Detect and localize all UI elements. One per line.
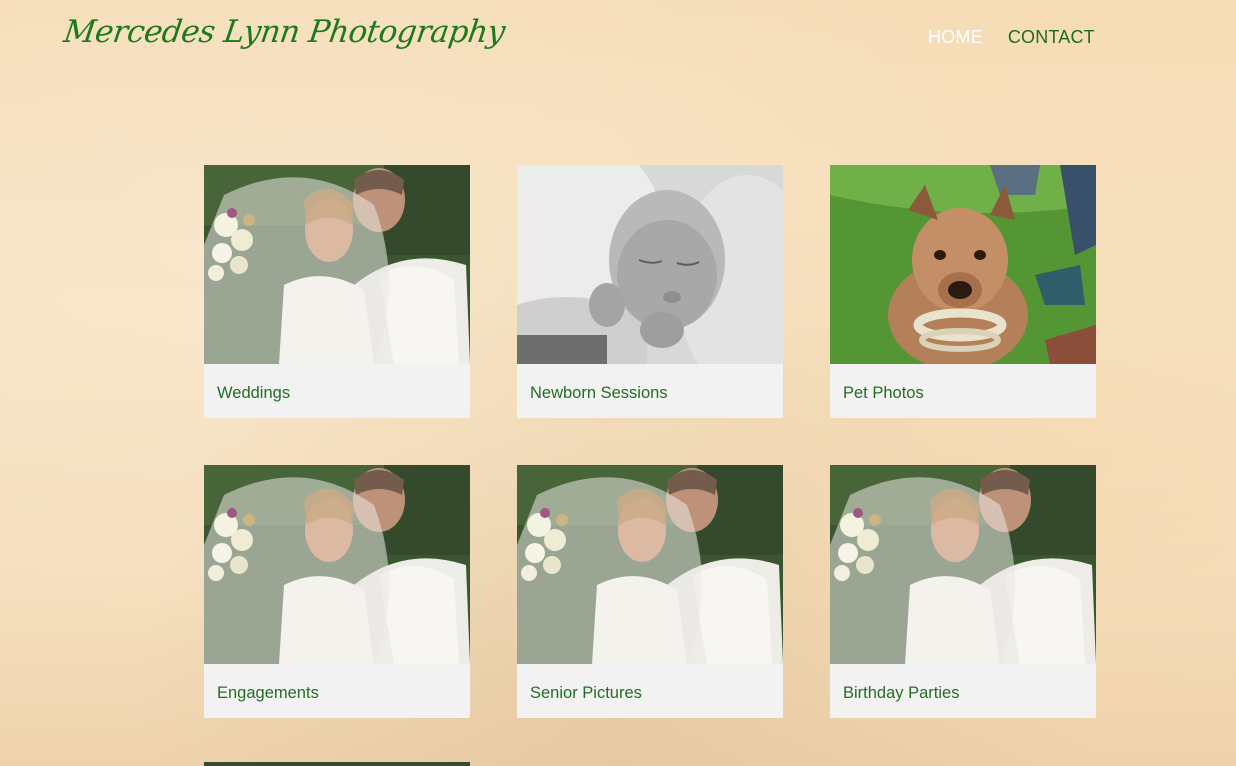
gallery-card-label[interactable]: Birthday Parties [843, 684, 959, 703]
newborn-photo[interactable] [517, 165, 783, 364]
wedding-photo[interactable] [204, 465, 470, 664]
gallery-card-engagements[interactable]: Engagements [204, 465, 470, 718]
wedding-photo[interactable] [830, 465, 1096, 664]
wedding-photo[interactable] [517, 465, 783, 664]
gallery-card-label[interactable]: Weddings [217, 384, 290, 403]
nav-contact-link[interactable]: CONTACT [1008, 27, 1095, 48]
site-logo-title[interactable]: Mercedes Lynn Photography [61, 14, 507, 50]
main-nav: HOME CONTACT [928, 27, 1095, 48]
dog-photo[interactable] [830, 165, 1096, 364]
wedding-photo[interactable] [204, 165, 470, 364]
gallery-card-senior-pictures[interactable]: Senior Pictures [517, 465, 783, 718]
site-header: Mercedes Lynn Photography HOME CONTACT [0, 0, 1236, 80]
gallery-card-birthday-parties[interactable]: Birthday Parties [830, 465, 1096, 718]
gallery-card-newborn-sessions[interactable]: Newborn Sessions [517, 165, 783, 418]
gallery-card-label[interactable]: Senior Pictures [530, 684, 642, 703]
gallery-card-weddings[interactable]: Weddings [204, 165, 470, 418]
gallery-card-label[interactable]: Newborn Sessions [530, 384, 668, 403]
gallery-card-pet-photos[interactable]: Pet Photos [830, 165, 1096, 418]
next-gallery-card-peek[interactable] [204, 762, 470, 766]
gallery-card-label[interactable]: Engagements [217, 684, 319, 703]
nav-home-link[interactable]: HOME [928, 27, 983, 48]
gallery-card-label[interactable]: Pet Photos [843, 384, 924, 403]
